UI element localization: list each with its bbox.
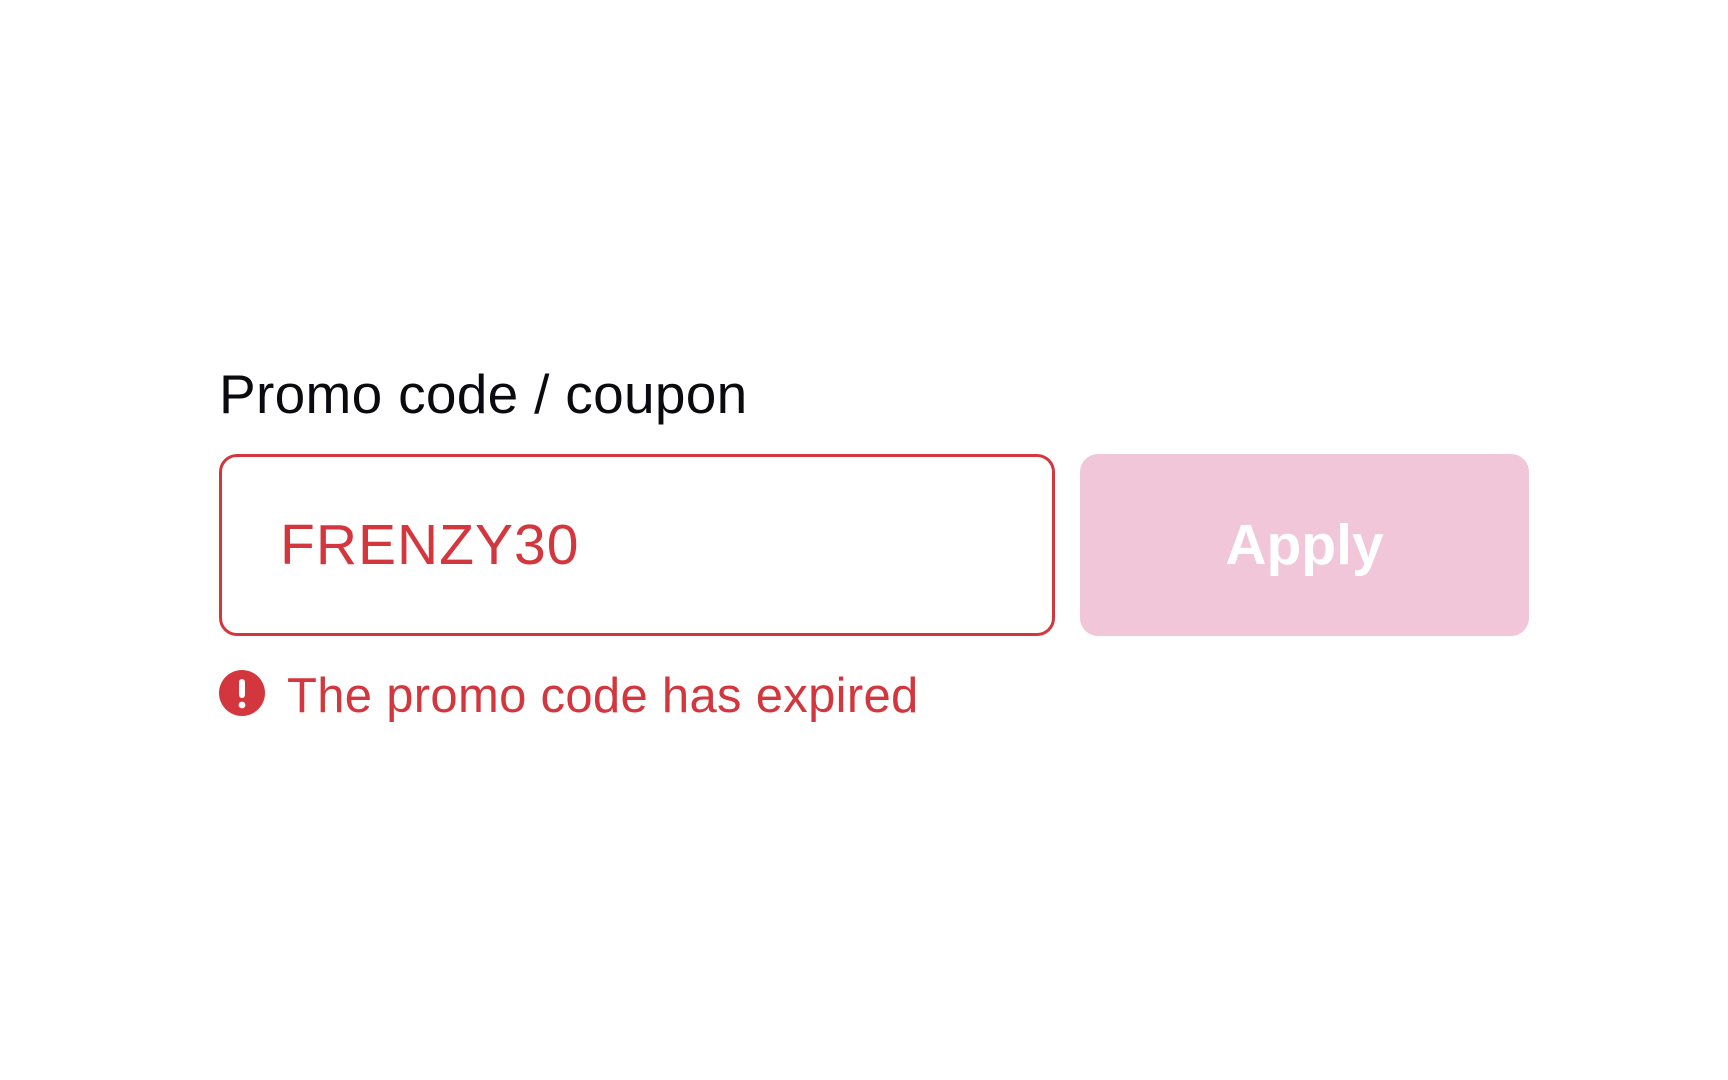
promo-input-row: FRENZY30 Apply	[219, 454, 1529, 636]
error-message: The promo code has expired	[287, 669, 919, 723]
promo-code-value: FRENZY30	[280, 513, 580, 577]
promo-error: The promo code has expired	[219, 666, 1529, 726]
promo-form: Promo code / coupon FRENZY30 Apply The p…	[0, 0, 1728, 1080]
promo-label: Promo code / coupon	[219, 363, 748, 425]
promo-code-input[interactable]: FRENZY30	[219, 454, 1055, 636]
exclamation-circle-icon	[219, 670, 265, 716]
promo-field-group: Promo code / coupon FRENZY30 Apply The p…	[219, 362, 1529, 726]
apply-button-label: Apply	[1225, 513, 1384, 577]
apply-button[interactable]: Apply	[1080, 454, 1529, 636]
